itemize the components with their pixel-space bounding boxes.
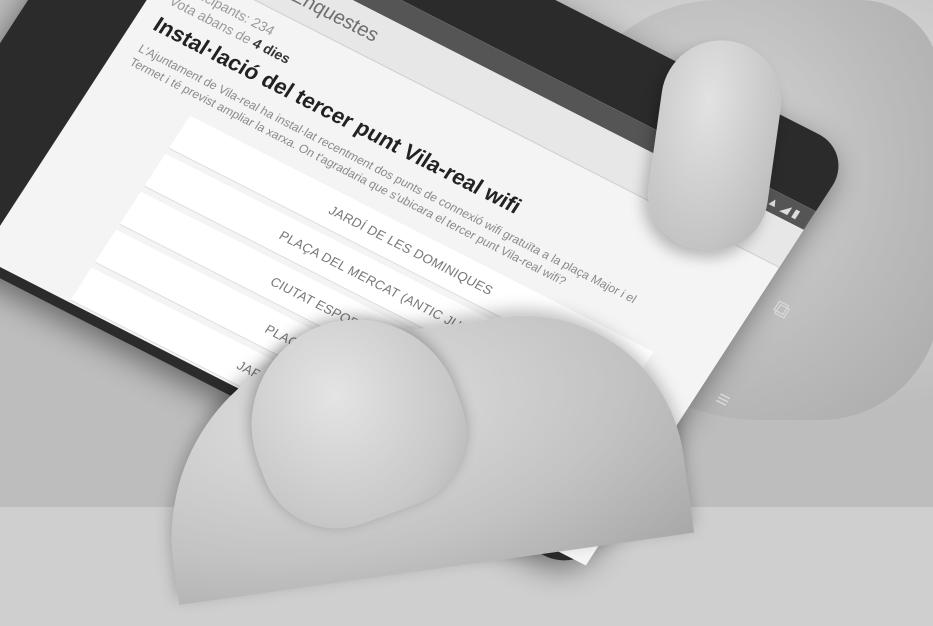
menu-icon[interactable]: ≡ <box>710 386 736 414</box>
recent-apps-icon[interactable]: ⧉ <box>767 295 796 324</box>
